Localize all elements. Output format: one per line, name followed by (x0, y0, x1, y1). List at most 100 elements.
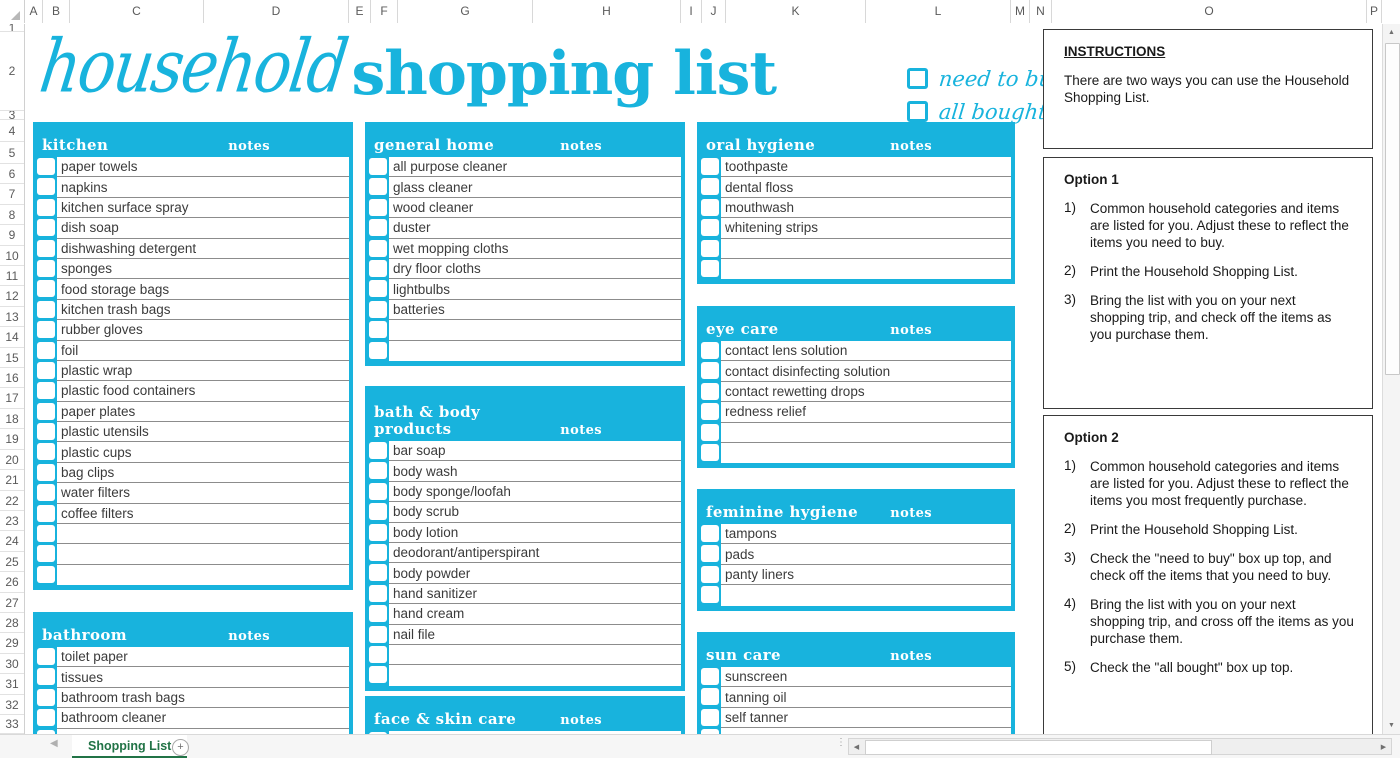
item-checkbox[interactable] (701, 219, 719, 237)
item-checkbox[interactable] (37, 525, 55, 543)
item-label[interactable]: foil (57, 340, 349, 361)
list-item[interactable] (701, 585, 1011, 606)
scroll-right-icon[interactable]: ▶ (1376, 739, 1391, 754)
item-label[interactable]: paper towels (57, 157, 349, 178)
item-checkbox[interactable] (37, 484, 55, 502)
row-header-27[interactable]: 27 (0, 593, 24, 613)
list-item[interactable]: body lotion (369, 522, 681, 543)
list-item[interactable]: mouthwash (701, 197, 1011, 219)
item-label[interactable]: tampons (721, 524, 1011, 545)
item-checkbox[interactable] (37, 198, 55, 216)
item-label[interactable]: pads (721, 544, 1011, 565)
item-label[interactable]: napkins (57, 177, 349, 198)
list-item[interactable]: pads (701, 544, 1011, 565)
row-header-30[interactable]: 30 (0, 654, 24, 674)
column-header-b[interactable]: B (43, 0, 70, 23)
item-label[interactable]: glass cleaner (389, 177, 681, 198)
list-item[interactable]: glass cleaner (369, 177, 681, 198)
item-checkbox[interactable] (37, 648, 55, 665)
item-checkbox[interactable] (369, 239, 387, 257)
column-header-m[interactable]: M (1011, 0, 1030, 23)
sheet-tab-shopping-list[interactable]: Shopping List (72, 735, 188, 758)
list-item[interactable] (37, 524, 349, 545)
item-label[interactable] (721, 258, 1011, 280)
list-item[interactable]: whitening strips (701, 218, 1011, 239)
item-checkbox[interactable] (369, 462, 387, 480)
item-label[interactable] (721, 585, 1011, 606)
row-header-24[interactable]: 24 (0, 531, 24, 552)
list-item[interactable]: kitchen trash bags (37, 299, 349, 321)
item-checkbox[interactable] (369, 584, 387, 602)
item-checkbox[interactable] (37, 504, 55, 522)
item-checkbox[interactable] (37, 443, 55, 461)
item-checkbox[interactable] (37, 158, 55, 175)
column-header-e[interactable]: E (349, 0, 371, 23)
list-item[interactable]: body sponge/loofah (369, 481, 681, 503)
row-header-33[interactable]: 33 (0, 715, 24, 734)
list-item[interactable]: contact disinfecting solution (701, 361, 1011, 382)
item-label[interactable]: tanning oil (721, 687, 1011, 708)
item-checkbox[interactable] (369, 666, 387, 684)
row-header-2[interactable]: 2 (0, 32, 24, 111)
list-item[interactable]: paper plates (37, 401, 349, 423)
row-header-28[interactable]: 28 (0, 613, 24, 633)
item-label[interactable]: bar soap (389, 441, 681, 462)
item-checkbox[interactable] (37, 341, 55, 359)
sheet-prev-icon[interactable]: ◀ (50, 738, 58, 749)
list-item[interactable]: bathroom trash bags (37, 687, 349, 709)
list-item[interactable]: bar soap (369, 441, 681, 462)
item-checkbox[interactable] (37, 361, 55, 379)
list-item[interactable]: wood cleaner (369, 197, 681, 219)
item-label[interactable]: all purpose cleaner (389, 157, 681, 178)
list-item[interactable]: tanning oil (701, 687, 1011, 708)
list-item[interactable]: dish soap (37, 218, 349, 239)
scroll-left-icon[interactable]: ◀ (849, 739, 864, 754)
item-checkbox[interactable] (369, 341, 387, 359)
column-header-p[interactable]: P (1367, 0, 1382, 23)
item-label[interactable]: wood cleaner (389, 197, 681, 219)
list-item[interactable]: sponges (37, 258, 349, 280)
list-item[interactable]: lightbulbs (369, 279, 681, 300)
item-label[interactable]: body lotion (389, 522, 681, 543)
item-label[interactable]: hand sanitizer (389, 583, 681, 605)
list-item[interactable]: hand cream (369, 604, 681, 625)
item-checkbox[interactable] (369, 543, 387, 561)
column-header-a[interactable]: A (25, 0, 43, 23)
list-item[interactable]: kitchen surface spray (37, 197, 349, 219)
item-checkbox[interactable] (37, 668, 55, 686)
item-label[interactable]: plastic food containers (57, 381, 349, 402)
column-header-o[interactable]: O (1052, 0, 1367, 23)
item-checkbox[interactable] (701, 565, 719, 583)
item-checkbox[interactable] (37, 545, 55, 563)
item-checkbox[interactable] (37, 280, 55, 298)
list-item[interactable] (37, 564, 349, 586)
item-checkbox[interactable] (701, 443, 719, 461)
item-checkbox[interactable] (701, 423, 719, 441)
row-header-14[interactable]: 14 (0, 327, 24, 348)
vertical-scrollbar[interactable]: ▲ ▼ (1382, 24, 1400, 734)
item-checkbox[interactable] (369, 605, 387, 623)
list-item[interactable]: tissues (37, 667, 349, 688)
item-label[interactable]: rubber gloves (57, 320, 349, 341)
scroll-up-icon[interactable]: ▲ (1383, 24, 1400, 41)
list-item[interactable] (369, 320, 681, 341)
item-checkbox[interactable] (37, 259, 55, 277)
item-checkbox[interactable] (37, 178, 55, 196)
list-item[interactable]: foil (37, 340, 349, 361)
list-item[interactable]: toothpaste (701, 157, 1011, 178)
item-label[interactable]: hand cream (389, 604, 681, 625)
list-item[interactable]: bag clips (37, 462, 349, 484)
row-header-3[interactable]: 3 (0, 111, 24, 120)
item-checkbox[interactable] (369, 503, 387, 521)
item-label[interactable]: dishwashing detergent (57, 238, 349, 259)
item-checkbox[interactable] (701, 688, 719, 706)
item-label[interactable]: dry floor cloths (389, 258, 681, 280)
list-item[interactable]: redness relief (701, 402, 1011, 423)
item-label[interactable]: whitening strips (721, 218, 1011, 239)
scroll-down-icon[interactable]: ▼ (1383, 717, 1400, 734)
row-header-9[interactable]: 9 (0, 225, 24, 246)
item-label[interactable] (57, 544, 349, 565)
item-checkbox[interactable] (369, 442, 387, 459)
item-label[interactable]: panty liners (721, 564, 1011, 586)
item-label[interactable]: tissues (57, 667, 349, 688)
